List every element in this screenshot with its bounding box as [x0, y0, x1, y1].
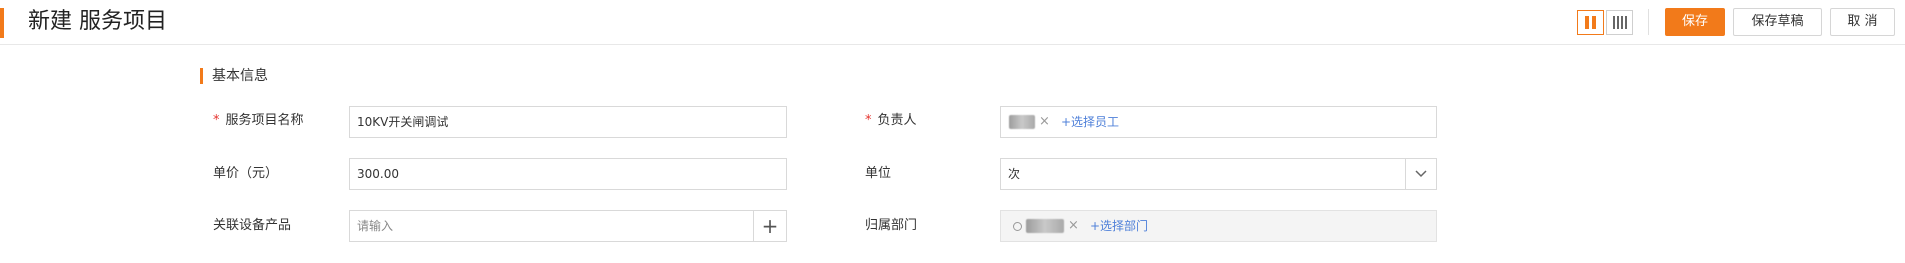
remove-department-icon[interactable]: ×: [1068, 216, 1079, 236]
related-product-placeholder: 请输入: [357, 219, 394, 233]
required-mark: *: [213, 113, 220, 128]
owner-tag: ×: [1009, 112, 1050, 132]
two-column-layout-toggle[interactable]: [1577, 10, 1604, 35]
title-accent-bar: [0, 8, 4, 38]
chevron-down-icon[interactable]: [1405, 159, 1436, 189]
unit-value: 次: [1008, 167, 1021, 181]
department-selector[interactable]: × +选择部门: [1000, 210, 1437, 242]
save-button[interactable]: 保存: [1665, 8, 1725, 36]
select-department-link[interactable]: +选择部门: [1090, 211, 1148, 241]
unit-price-input[interactable]: 300.00: [349, 158, 787, 190]
owner-selector[interactable]: × +选择员工: [1000, 106, 1437, 138]
page-title: 新建 服务项目: [28, 9, 167, 34]
service-name-input[interactable]: 10KV开关闸调试: [349, 106, 787, 138]
related-product-input[interactable]: 请输入 +: [349, 210, 787, 242]
add-product-icon[interactable]: +: [753, 211, 786, 241]
section-title: 基本信息: [212, 68, 268, 84]
four-column-layout-toggle[interactable]: [1606, 10, 1633, 35]
save-draft-button[interactable]: 保存草稿: [1733, 8, 1822, 36]
department-label: 归属部门: [865, 218, 918, 233]
department-circle-icon: [1013, 221, 1022, 231]
service-name-label: * 服务项目名称: [213, 113, 304, 128]
remove-owner-icon[interactable]: ×: [1039, 112, 1050, 132]
service-name-value: 10KV开关闸调试: [357, 115, 449, 129]
redacted-employee-name: [1009, 115, 1035, 129]
owner-label: * 负责人: [865, 113, 917, 128]
column-bar-icon: [1624, 16, 1627, 29]
unit-price-label: 单价（元）: [213, 166, 279, 181]
department-tag: ×: [1013, 216, 1079, 236]
toolbar-divider: [1648, 9, 1649, 35]
redacted-department-name: [1026, 219, 1064, 233]
unit-select[interactable]: 次: [1000, 158, 1437, 190]
select-employee-link[interactable]: +选择员工: [1061, 107, 1119, 137]
cancel-button[interactable]: 取 消: [1830, 8, 1895, 36]
required-mark: *: [865, 113, 872, 128]
unit-price-value: 300.00: [357, 167, 399, 181]
top-bar: 新建 服务项目 保存 保存草稿 取 消: [0, 0, 1905, 45]
column-bar-icon: [1585, 16, 1589, 29]
column-bar-icon: [1620, 16, 1623, 29]
section-accent-bar: [200, 68, 203, 84]
column-bar-icon: [1592, 16, 1596, 29]
column-bar-icon: [1616, 16, 1619, 29]
related-product-label: 关联设备产品: [213, 218, 292, 233]
unit-label: 单位: [865, 166, 892, 181]
column-bar-icon: [1612, 16, 1615, 29]
